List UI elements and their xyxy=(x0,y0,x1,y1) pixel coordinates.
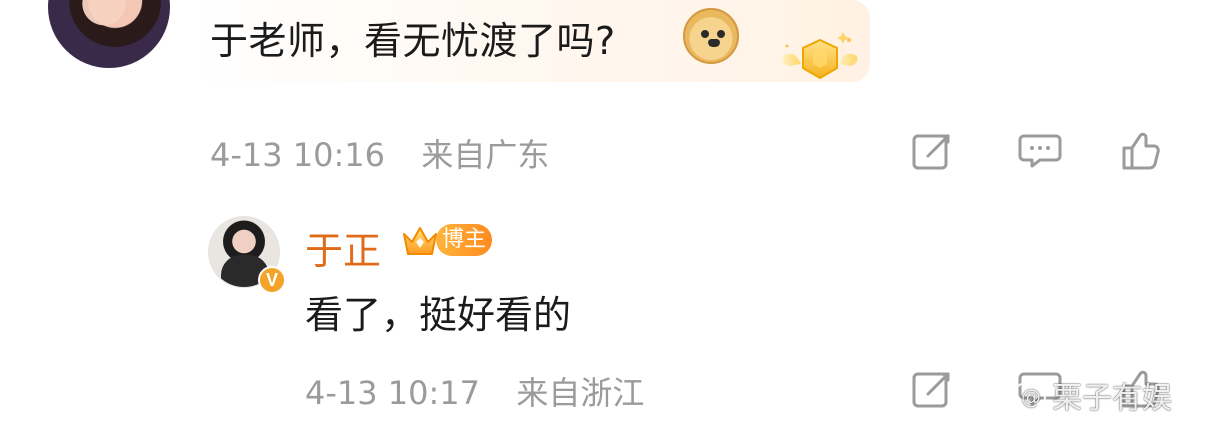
like-icon-svg xyxy=(1122,132,1160,170)
reply-author-name[interactable]: 于正 xyxy=(305,220,381,275)
comment-icon[interactable] xyxy=(1016,126,1064,174)
doge-eye-right xyxy=(717,30,725,38)
source-watermark: 栗子有娱 xyxy=(1012,373,1172,417)
comment-meta: 4-13 10:16 来自广东 xyxy=(210,130,549,176)
comment-actions xyxy=(908,126,1168,176)
repost-icon[interactable] xyxy=(908,364,956,412)
blogger-badge: 博主 xyxy=(398,218,494,262)
reply-timestamp: 4-13 10:17 xyxy=(305,374,481,412)
doge-nose xyxy=(708,39,720,47)
reply-meta: 4-13 10:17 来自浙江 xyxy=(305,368,644,414)
repost-icon-svg xyxy=(912,134,950,170)
doge-eye-left xyxy=(701,30,709,38)
doge-emoji-icon xyxy=(683,8,739,64)
comment-icon-svg xyxy=(1018,134,1062,168)
medal-icon xyxy=(775,30,865,90)
comment-location: 来自广东 xyxy=(421,136,550,174)
verified-badge-icon: V xyxy=(258,266,286,294)
reply-text: 看了，挺好看的 xyxy=(305,293,572,337)
commenter-avatar[interactable] xyxy=(48,0,170,68)
comment-text: 于老师，看无忧渡了吗? xyxy=(210,19,616,63)
weibo-logo-icon xyxy=(1012,380,1046,415)
repost-icon-svg xyxy=(912,372,950,408)
avatar-face xyxy=(68,0,140,36)
reply-location: 来自浙江 xyxy=(516,374,645,412)
comment-timestamp: 4-13 10:16 xyxy=(210,136,386,174)
weibo-comment-thread: 于老师，看无忧渡了吗? 4-13 10:16 来自广东 V 于正 博主 看了，挺… xyxy=(0,0,1206,427)
medal-svg xyxy=(782,32,858,80)
like-icon[interactable] xyxy=(1114,126,1162,174)
watermark-text: 栗子有娱 xyxy=(1052,381,1172,416)
blogger-badge-label: 博主 xyxy=(436,224,492,256)
repost-icon[interactable] xyxy=(908,126,956,174)
